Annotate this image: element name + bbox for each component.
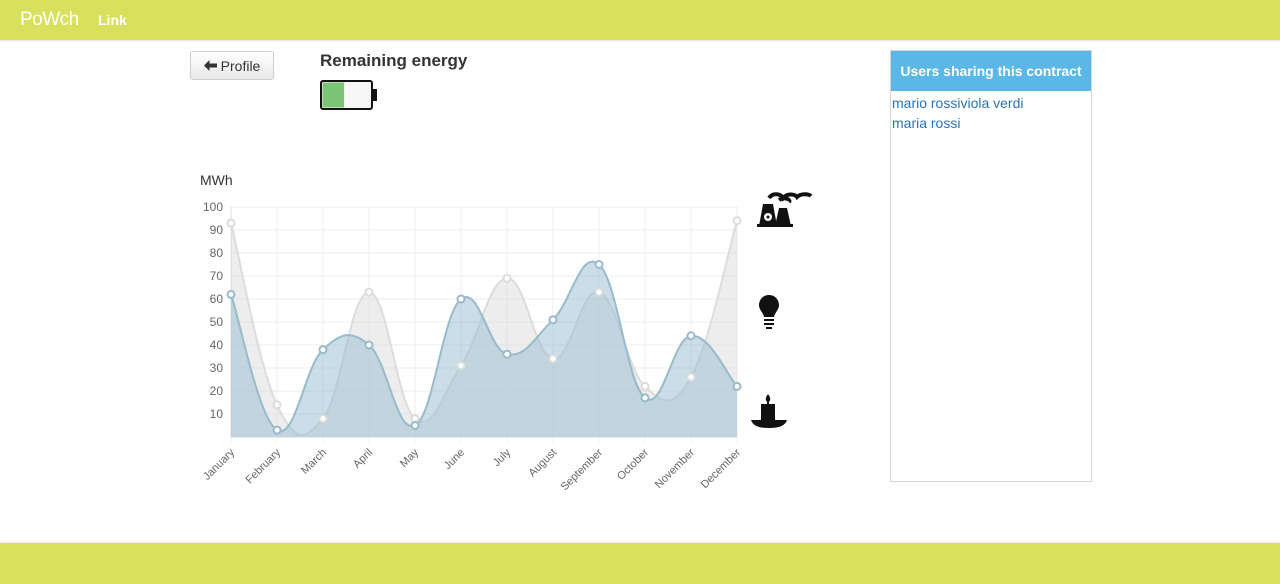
series-2-point[interactable] <box>640 393 650 403</box>
series-1-point[interactable] <box>640 381 650 391</box>
x-tick-label: April <box>351 447 375 471</box>
energy-area-chart: 10 20 30 40 50 60 70 80 90 100 January February Mar… <box>201 200 744 493</box>
battery-icon <box>320 80 377 110</box>
series-2-point[interactable] <box>732 381 742 391</box>
y-tick-label: 50 <box>210 315 224 329</box>
y-axis-unit-label: MWh <box>200 172 233 188</box>
nav-link[interactable]: Link <box>98 12 127 28</box>
series-2-point[interactable] <box>502 349 512 359</box>
series-1-point[interactable] <box>272 400 282 410</box>
series-2-point[interactable] <box>364 340 374 350</box>
light-bulb-icon <box>759 295 779 329</box>
shared-users-header: Users sharing this contract <box>891 51 1091 91</box>
profile-button[interactable]: Profile <box>190 51 274 80</box>
series-1-point[interactable] <box>226 218 236 228</box>
y-tick-label: 90 <box>210 223 224 237</box>
x-tick-label: March <box>299 447 329 477</box>
x-tick-label: June <box>442 447 467 472</box>
series-2-point[interactable] <box>318 345 328 355</box>
footer-bar <box>0 543 1280 584</box>
series-2-point[interactable] <box>456 294 466 304</box>
y-tick-label: 60 <box>210 292 224 306</box>
shared-users-panel: Users sharing this contract mario rossiv… <box>890 50 1092 482</box>
series-1-point[interactable] <box>502 273 512 283</box>
candle-icon <box>751 394 787 428</box>
y-tick-label: 40 <box>210 338 224 352</box>
series-2-point[interactable] <box>594 260 604 269</box>
y-tick-label: 30 <box>210 361 224 375</box>
series-2-point[interactable] <box>226 289 236 299</box>
y-tick-label: 70 <box>210 269 224 283</box>
series-1-point[interactable] <box>686 372 696 382</box>
series-2-point[interactable] <box>686 331 696 341</box>
y-tick-label: 100 <box>203 200 223 214</box>
x-tick-label: October <box>615 446 651 482</box>
remaining-energy-title: Remaining energy <box>320 51 468 70</box>
x-tick-label: February <box>244 446 284 486</box>
x-tick-label: July <box>491 446 514 469</box>
series-1-point[interactable] <box>456 361 466 371</box>
y-tick-label: 10 <box>210 407 224 421</box>
series-2-point[interactable] <box>410 421 420 430</box>
x-tick-label: December <box>699 446 744 491</box>
series-2-point[interactable] <box>548 315 558 325</box>
nuclear-plant-icon <box>757 192 813 227</box>
x-tick-label: August <box>526 447 559 480</box>
series-2-point[interactable] <box>272 425 282 435</box>
arrow-left-icon <box>203 60 217 71</box>
series-1-point[interactable] <box>318 414 328 424</box>
x-tick-label: January <box>201 446 238 483</box>
x-tick-label: May <box>398 446 422 470</box>
x-tick-label: November <box>653 446 698 491</box>
y-tick-label: 20 <box>210 384 224 398</box>
x-tick-label: September <box>559 446 606 493</box>
top-navbar: PoWch Link <box>0 0 1280 40</box>
profile-button-label: Profile <box>220 57 261 74</box>
user-link[interactable]: mario rossiviola verdi <box>891 93 1091 113</box>
user-link[interactable]: maria rossi <box>891 113 1091 133</box>
y-tick-label: 80 <box>210 246 224 260</box>
series-1-point[interactable] <box>548 354 558 364</box>
series-2-area <box>231 261 737 437</box>
series-1-point[interactable] <box>364 287 374 297</box>
brand-logo[interactable]: PoWch <box>20 9 79 31</box>
series-1-point[interactable] <box>594 287 604 297</box>
series-1-point[interactable] <box>732 216 742 226</box>
